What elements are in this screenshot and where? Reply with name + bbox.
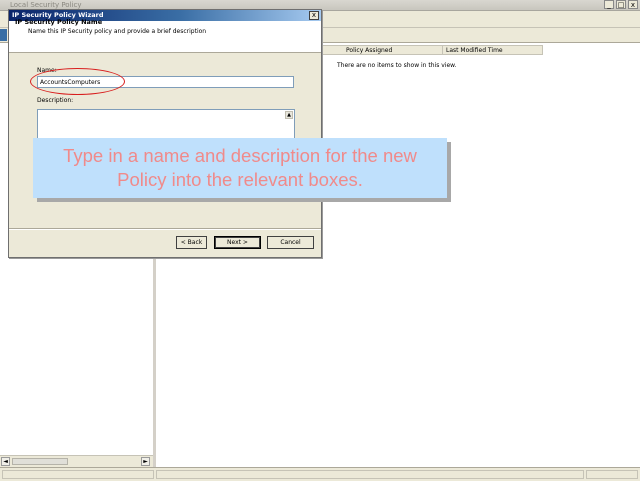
status-bar — [0, 467, 640, 481]
wizard-button-separator — [9, 228, 321, 230]
maximize-button[interactable]: □ — [616, 0, 626, 9]
minimize-button[interactable]: _ — [604, 0, 614, 9]
column-header-last-modified[interactable]: Last Modified Time — [443, 45, 543, 55]
callout-text: Type in a name and description for the n… — [63, 145, 417, 190]
back-button[interactable]: < Back — [176, 236, 207, 249]
status-segment — [156, 470, 584, 479]
column-header-policy-assigned[interactable]: Policy Assigned — [343, 45, 443, 55]
wizard-close-button[interactable]: x — [309, 11, 319, 20]
description-scroll-up-button[interactable]: ▲ — [285, 111, 293, 119]
back-arrow-icon[interactable] — [0, 29, 7, 41]
next-button[interactable]: Next > — [214, 236, 261, 249]
scroll-thumb[interactable] — [12, 458, 68, 465]
wizard-subheading: Name this IP Security policy and provide… — [28, 28, 207, 35]
status-segment — [2, 470, 154, 479]
empty-list-message: There are no items to show in this view. — [337, 62, 457, 69]
instruction-callout: Type in a name and description for the n… — [33, 138, 447, 198]
window-controls: _ □ x — [604, 0, 638, 9]
close-button[interactable]: x — [628, 0, 638, 9]
column-header-name[interactable] — [322, 45, 344, 55]
tree-horizontal-scrollbar[interactable]: ◄ ► — [0, 455, 153, 467]
scroll-right-button[interactable]: ► — [141, 457, 150, 466]
scroll-left-button[interactable]: ◄ — [1, 457, 10, 466]
wizard-heading: IP Security Policy Name — [15, 18, 103, 26]
highlight-ellipse — [30, 68, 125, 95]
description-label: Description: — [37, 97, 74, 104]
cancel-button[interactable]: Cancel — [267, 236, 314, 249]
status-segment — [586, 470, 638, 479]
